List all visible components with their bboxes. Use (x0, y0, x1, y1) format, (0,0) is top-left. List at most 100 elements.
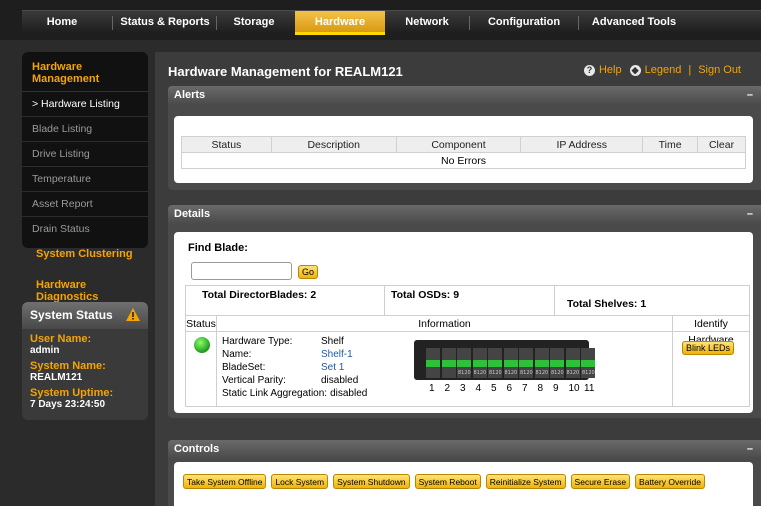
legend-icon[interactable]: ◆ (629, 64, 641, 76)
blade-led (472, 360, 487, 367)
identify-hardware-column-header: Identify Hardware (672, 315, 750, 346)
sign-out-link[interactable]: Sign Out (698, 64, 741, 76)
table-row: No Errors (181, 152, 746, 169)
slot-number: 2 (444, 383, 451, 394)
blade-model-label: 8120 (489, 370, 502, 376)
system-uptime-label: System Uptime: (30, 387, 114, 399)
sidebar-item-temperature[interactable]: Temperature (22, 167, 148, 192)
tab-home[interactable]: Home (22, 11, 102, 35)
blade-led (581, 360, 595, 367)
controls-panel: Controls – Take System Offline Lock Syst… (168, 440, 761, 506)
blade-model-label: 8120 (458, 370, 471, 376)
blade-model-label: 8120 (504, 370, 518, 376)
blade-slot[interactable]: 8120 (488, 348, 502, 378)
main-navigation: Home Status & Reports Storage Hardware N… (22, 10, 761, 35)
nav-separator (578, 16, 579, 30)
tab-network[interactable]: Network (392, 11, 462, 35)
help-link[interactable]: Help (599, 64, 622, 76)
blade-slot[interactable]: 8120 (472, 348, 487, 378)
shelf-diagram[interactable]: 8120 8120 8120 8120 8120 8120 8120 8120 8120 (414, 340, 595, 380)
no-errors-message: No Errors (181, 152, 746, 169)
tab-status-reports[interactable]: Status & Reports (115, 11, 215, 35)
hardware-type-label: Hardware Type: (222, 336, 293, 347)
user-name-value: admin (30, 345, 60, 356)
secure-erase-button[interactable]: Secure Erase (570, 474, 631, 489)
system-shutdown-button[interactable]: System Shutdown (333, 474, 410, 489)
page-title: Hardware Management for REALM121 (168, 64, 403, 79)
slot-number: 3 (460, 383, 466, 394)
find-blade-input[interactable] (191, 262, 292, 280)
system-reboot-button[interactable]: System Reboot (414, 474, 481, 489)
sidebar: Hardware Management > Hardware Listing B… (22, 52, 148, 420)
legend-link[interactable]: Legend (645, 64, 682, 76)
blade-model-label: 8120 (582, 370, 595, 376)
tab-configuration[interactable]: Configuration (474, 11, 574, 35)
slot-number: 7 (522, 383, 528, 394)
lock-system-button[interactable]: Lock System (271, 474, 329, 489)
hardware-management-menu: Hardware Management > Hardware Listing B… (22, 52, 148, 248)
divider (554, 285, 555, 315)
sidebar-link-system-clustering[interactable]: System Clustering (22, 248, 133, 260)
details-panel: Details – Find Blade: Go Total DirectorB… (168, 205, 761, 418)
alerts-panel: Alerts – Status Description Component IP… (168, 86, 761, 190)
blade-led (503, 360, 518, 367)
blade-slot[interactable]: 8120 (519, 348, 533, 378)
tab-storage[interactable]: Storage (219, 11, 289, 35)
help-icon[interactable]: ? (583, 64, 595, 76)
nav-separator (216, 16, 217, 30)
blade-slot[interactable]: 8120 (457, 348, 471, 378)
blade-slot[interactable]: 8120 (503, 348, 518, 378)
sidebar-item-asset-report[interactable]: Asset Report (22, 192, 148, 217)
blade-led (550, 360, 564, 367)
blade-slot[interactable]: 8120 (565, 348, 580, 378)
blade-led (519, 360, 533, 367)
vertical-parity-value: disabled (321, 375, 359, 386)
alerts-panel-header[interactable]: Alerts – (168, 86, 761, 105)
information-column-header: Information (216, 315, 673, 332)
reinitialize-system-button[interactable]: Reinitialize System (485, 474, 566, 489)
sidebar-link-hardware-diagnostics[interactable]: Hardware Diagnostics (22, 279, 148, 303)
blade-slot[interactable]: 8120 (534, 348, 549, 378)
go-button[interactable]: Go (298, 265, 319, 279)
details-panel-header[interactable]: Details – (168, 205, 761, 224)
hardware-type-value: Shelf (321, 336, 344, 347)
slot-number: 8 (537, 383, 544, 394)
blade-model-label: 8120 (520, 370, 533, 376)
take-system-offline-button[interactable]: Take System Offline (183, 474, 267, 489)
controls-panel-header[interactable]: Controls – (168, 440, 761, 459)
tab-hardware[interactable]: Hardware (295, 11, 385, 35)
alerts-collapse-button[interactable]: – (747, 86, 753, 105)
alerts-table: Status Description Component IP Address … (181, 136, 746, 169)
sidebar-item-blade-listing[interactable]: Blade Listing (22, 117, 148, 142)
shelf-name-link[interactable]: Shelf-1 (321, 348, 353, 361)
sidebar-item-hardware-listing[interactable]: > Hardware Listing (22, 92, 148, 117)
blade-slot[interactable] (426, 348, 440, 378)
blade-slot[interactable]: 8120 (550, 348, 564, 378)
sidebar-item-drain-status[interactable]: Drain Status (22, 217, 148, 242)
blade-led (457, 360, 471, 367)
sidebar-item-drive-listing[interactable]: Drive Listing (22, 142, 148, 167)
system-name-label: System Name: (30, 360, 106, 372)
static-link-aggregation-value: disabled (330, 388, 368, 399)
blade-model-label: 8120 (535, 370, 549, 376)
blade-led (441, 360, 456, 367)
controls-buttons: Take System Offline Lock System System S… (183, 474, 705, 489)
nav-separator (469, 16, 470, 30)
column-header: Clear (697, 136, 746, 153)
blade-slot[interactable]: 8120 (581, 348, 595, 378)
system-status-title: System Status (22, 302, 148, 329)
blink-leds-button[interactable]: Blink LEDs (682, 341, 735, 355)
slot-number: 4 (475, 383, 482, 394)
details-collapse-button[interactable]: – (747, 205, 753, 224)
alerts-body: Status Description Component IP Address … (174, 116, 753, 183)
status-ok-indicator (194, 337, 210, 353)
controls-collapse-button[interactable]: – (747, 440, 753, 459)
name-label: Name: (222, 349, 252, 360)
column-header: Description (270, 136, 397, 153)
tab-advanced-tools[interactable]: Advanced Tools (582, 11, 686, 35)
battery-override-button[interactable]: Battery Override (635, 474, 705, 489)
bladeset-link[interactable]: Set 1 (321, 361, 344, 374)
total-directorblades: Total DirectorBlades: 2 (202, 289, 317, 301)
total-osds: Total OSDs: 9 (391, 289, 460, 301)
blade-slot[interactable] (441, 348, 456, 378)
